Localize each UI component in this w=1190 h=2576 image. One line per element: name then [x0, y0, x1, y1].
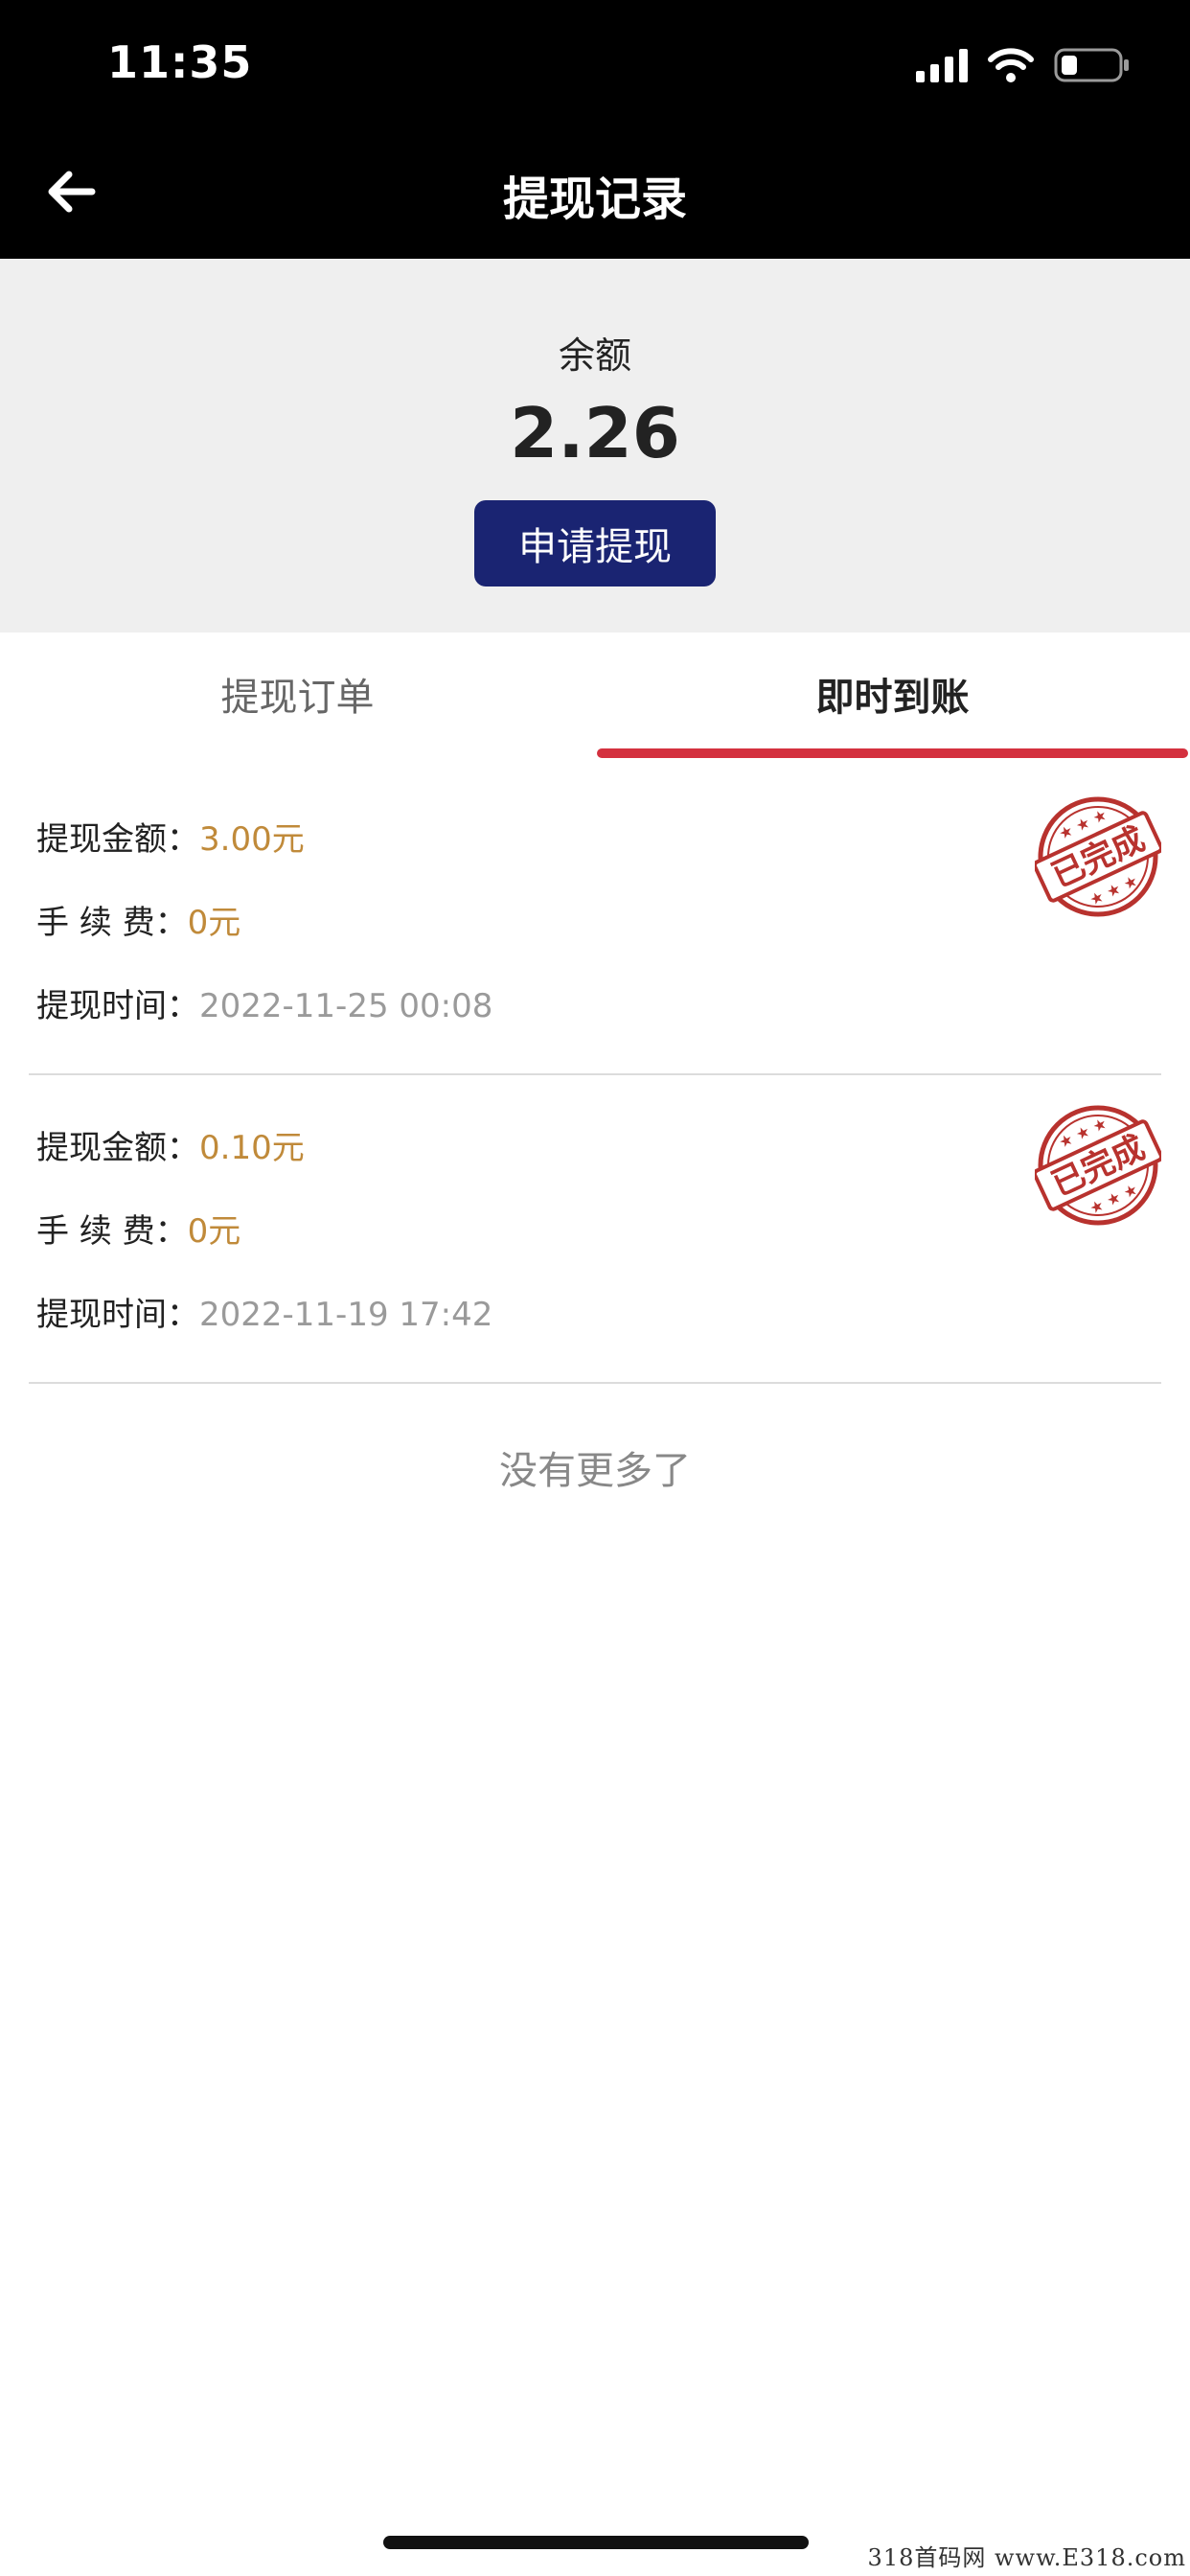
- no-more-text: 没有更多了: [499, 1449, 691, 1493]
- apply-withdraw-button[interactable]: 申请提现: [474, 500, 716, 586]
- amount-label: 提现金额：: [36, 820, 199, 859]
- tab-withdraw-orders[interactable]: 提现订单: [0, 632, 595, 762]
- time-row: 提现时间：2022-11-19 17:42: [36, 1288, 492, 1335]
- amount-value: 0.10元: [199, 1129, 305, 1167]
- list-item[interactable]: 提现金额：0.10元 手 续 费：0元 提现时间：2022-11-19 17:4…: [29, 1075, 1161, 1384]
- time-label: 提现时间：: [36, 1296, 199, 1334]
- status-icons: [916, 44, 1131, 86]
- watermark: 318首码网 www.E318.com: [867, 2544, 1186, 2571]
- fee-value: 0元: [187, 904, 241, 942]
- fee-label: 手 续 费：: [36, 1212, 188, 1251]
- home-indicator[interactable]: [383, 2536, 809, 2549]
- balance-label: 余额: [558, 334, 631, 377]
- amount-label: 提现金额：: [36, 1129, 199, 1167]
- time-label: 提现时间：: [36, 987, 199, 1025]
- record-list: 提现金额：3.00元 手 续 费：0元 提现时间：2022-11-25 00:0…: [0, 767, 1190, 1384]
- time-row: 提现时间：2022-11-25 00:08: [36, 979, 492, 1026]
- time-value: 2022-11-19 17:42: [199, 1296, 493, 1334]
- amount-value: 3.00元: [199, 820, 305, 859]
- withdrawal-records-screen: 11:35 提现记录 余额 2.26 申请提现 提现订单 即时到账 提现金额：3…: [0, 0, 1190, 2576]
- wifi-icon: [988, 48, 1034, 82]
- time-value: 2022-11-25 00:08: [199, 987, 493, 1025]
- tab-bar: 提现订单 即时到账: [0, 632, 1190, 762]
- balance-value: 2.26: [510, 393, 680, 473]
- fee-value: 0元: [187, 1212, 241, 1251]
- page-title: 提现记录: [502, 172, 687, 226]
- amount-row: 提现金额：3.00元: [36, 813, 305, 860]
- fee-label: 手 续 费：: [36, 904, 188, 942]
- completed-stamp-icon: 已完成 ★ ★ ★ ★ ★ ★: [1035, 796, 1161, 917]
- signal-icon: [916, 48, 968, 82]
- completed-stamp-icon: 已完成 ★ ★ ★ ★ ★ ★: [1035, 1105, 1161, 1226]
- fee-row: 手 续 费：0元: [36, 1205, 240, 1252]
- balance-section: 余额 2.26 申请提现: [0, 259, 1190, 632]
- status-time: 11:35: [107, 36, 253, 88]
- tab-instant-arrival[interactable]: 即时到账: [595, 632, 1190, 762]
- list-item[interactable]: 提现金额：3.00元 手 续 费：0元 提现时间：2022-11-25 00:0…: [29, 767, 1161, 1075]
- top-bar: 11:35 提现记录: [0, 0, 1190, 259]
- battery-icon: [1054, 48, 1129, 82]
- fee-row: 手 续 费：0元: [36, 896, 240, 943]
- amount-row: 提现金额：0.10元: [36, 1121, 305, 1168]
